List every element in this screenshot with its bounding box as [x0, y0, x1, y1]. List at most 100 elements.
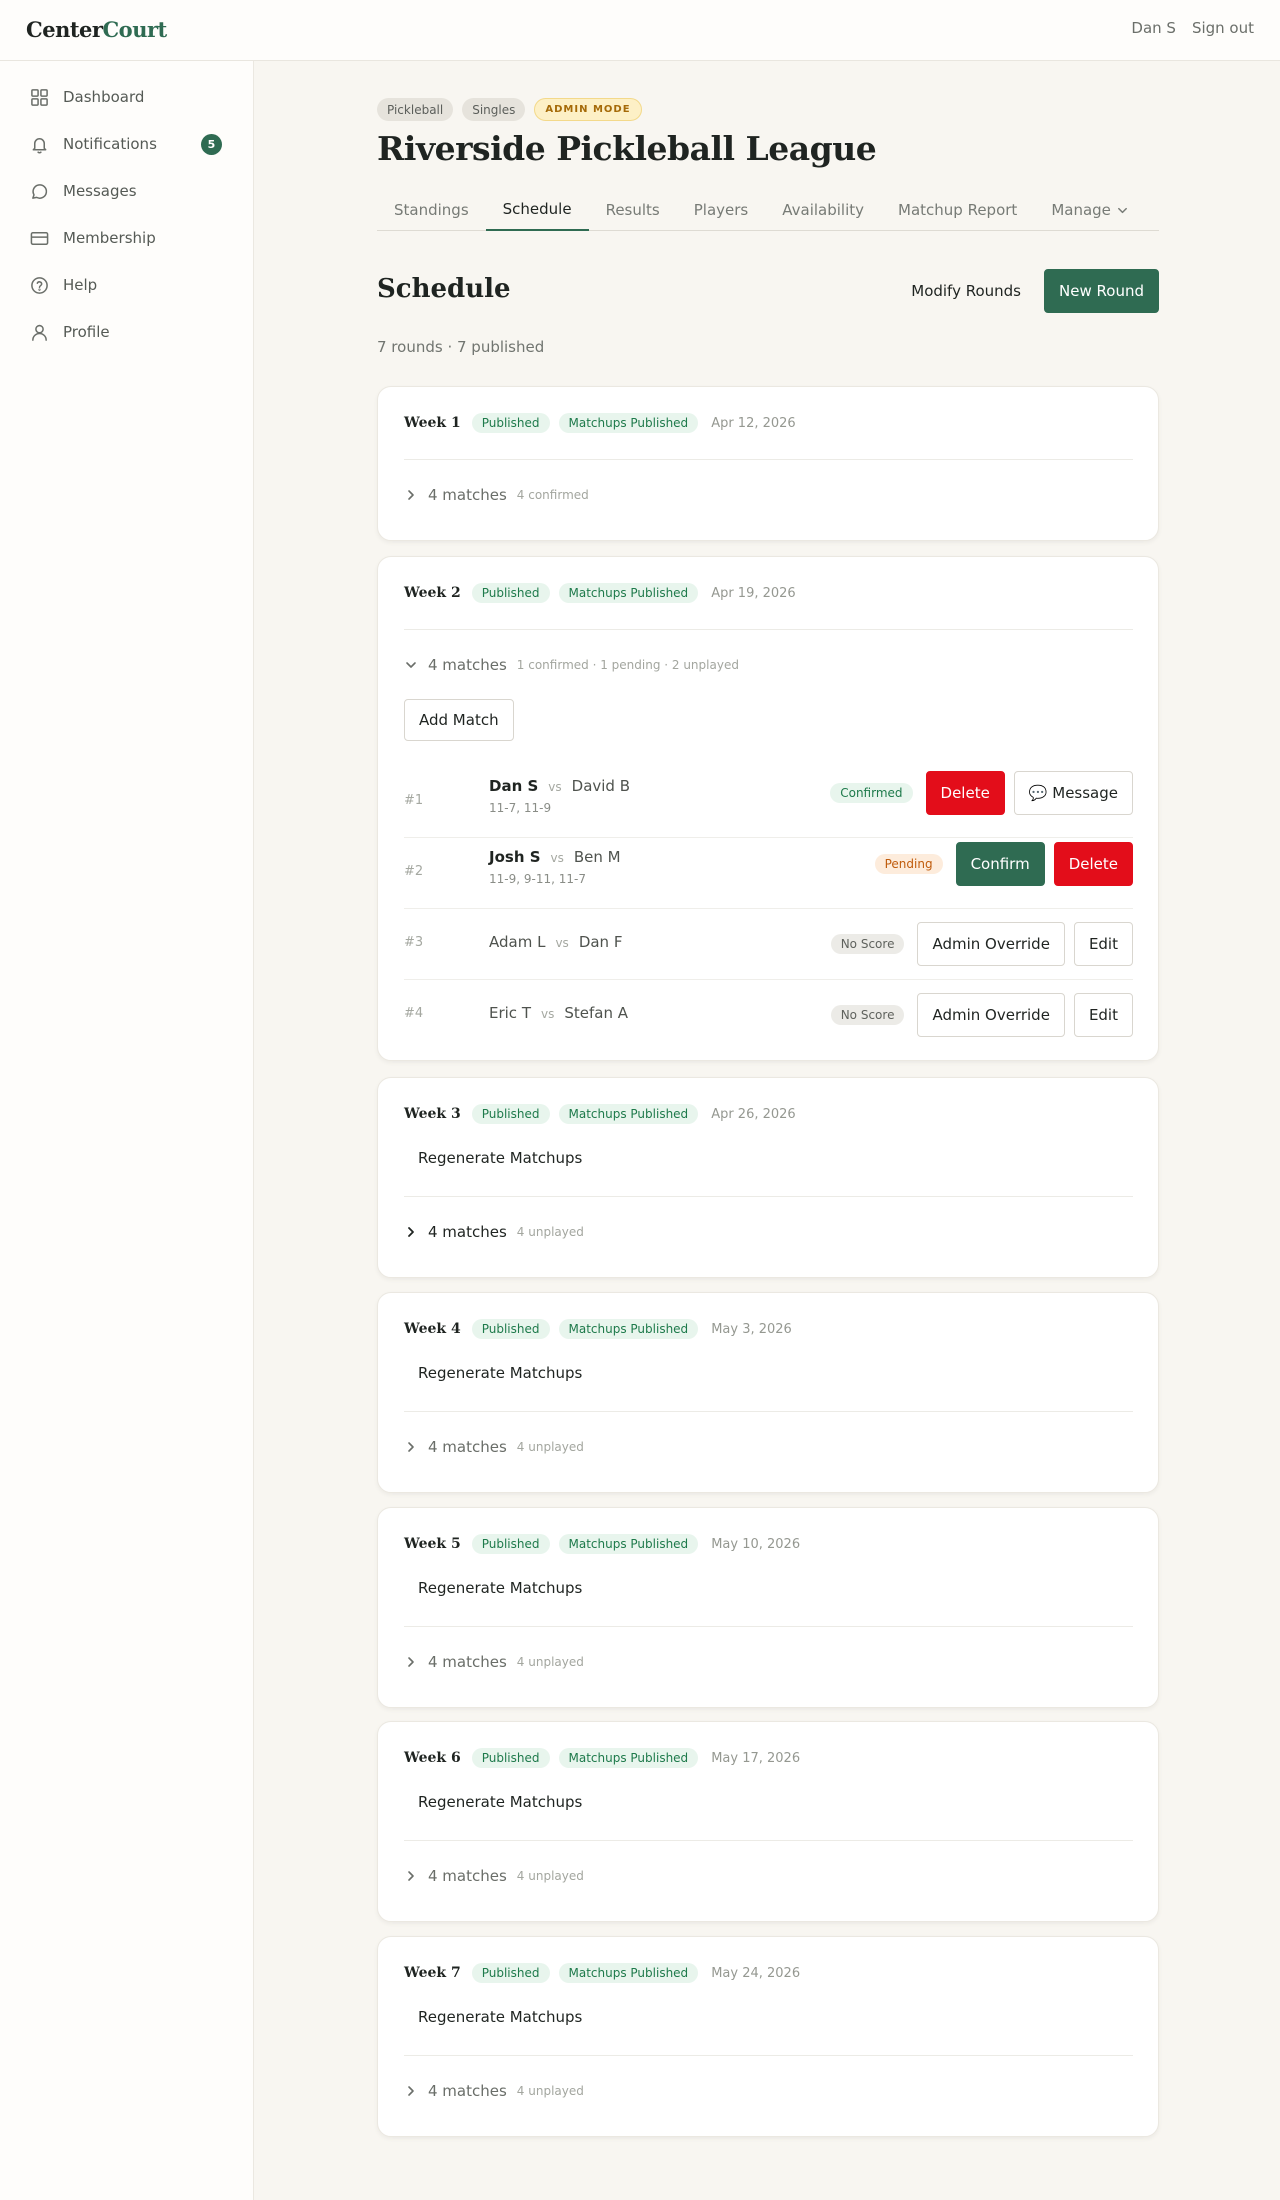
chevron-right-icon: [408, 490, 414, 500]
player-two: David B: [571, 777, 631, 795]
versus-label: vs: [555, 936, 569, 950]
sidebar-item-label: Dashboard: [63, 88, 145, 106]
credit-card-icon: [30, 231, 49, 245]
admin-override-button[interactable]: Admin Override: [917, 922, 1065, 966]
message-button[interactable]: 💬 Message: [1013, 771, 1133, 815]
regenerate-matchups-button[interactable]: Regenerate Matchups: [418, 1149, 582, 1167]
round-card-week-3: Week 3 Published Matchups Published Apr …: [377, 1077, 1159, 1278]
sidebar-item-notifications[interactable]: Notifications 5: [30, 131, 230, 157]
tab-players[interactable]: Players: [677, 189, 766, 231]
week-name: Week 4: [404, 1321, 461, 1337]
tab-results[interactable]: Results: [589, 189, 677, 231]
matches-toggle[interactable]: 4 matches 4 unplayed: [404, 1438, 584, 1456]
matchups-published-badge: Matchups Published: [558, 1534, 699, 1554]
match-status-summary: 4 unplayed: [516, 2084, 584, 2098]
match-row: #4 Eric T vs Stefan A No Score Admin Ove…: [404, 980, 1133, 1051]
player-two: Ben M: [573, 848, 621, 866]
delete-match-button[interactable]: Delete: [925, 771, 1005, 815]
matches-toggle[interactable]: 4 matches 4 unplayed: [404, 1867, 584, 1885]
logo-text-court: Court: [102, 17, 167, 42]
match-count: 4 matches: [428, 1653, 507, 1671]
divider: [404, 1840, 1133, 1841]
match-score: 11-9, 9-11, 11-7: [489, 872, 586, 886]
player-two: Stefan A: [564, 1004, 628, 1022]
player-two: Dan F: [578, 933, 623, 951]
divider: [404, 1411, 1133, 1412]
logo-text-center: Center: [26, 17, 103, 42]
sidebar-item-profile[interactable]: Profile: [30, 319, 230, 345]
published-badge: Published: [471, 1534, 550, 1554]
delete-match-button[interactable]: Delete: [1053, 842, 1133, 886]
sidebar-item-messages[interactable]: Messages: [30, 178, 230, 204]
published-badge: Published: [471, 413, 550, 433]
tab-manage-label: Manage: [1051, 201, 1111, 219]
new-round-button[interactable]: New Round: [1044, 269, 1159, 313]
player-one: Adam L: [489, 933, 546, 951]
edit-match-button[interactable]: Edit: [1073, 922, 1133, 966]
sidebar-item-label: Help: [63, 276, 98, 294]
regenerate-matchups-button[interactable]: Regenerate Matchups: [418, 1793, 582, 1811]
add-match-button[interactable]: Add Match: [404, 699, 514, 741]
match-count: 4 matches: [428, 2082, 507, 2100]
status-badge: Pending: [874, 854, 943, 874]
matchups-published-badge: Matchups Published: [558, 583, 699, 603]
tab-standings[interactable]: Standings: [377, 189, 486, 231]
matches-toggle[interactable]: 4 matches 4 confirmed: [404, 486, 589, 504]
sidebar-item-help[interactable]: Help: [30, 272, 230, 298]
published-badge: Published: [471, 1319, 550, 1339]
round-card-week-2: Week 2 Published Matchups Published Apr …: [377, 556, 1159, 1061]
week-name: Week 3: [404, 1106, 461, 1122]
regenerate-matchups-button[interactable]: Regenerate Matchups: [418, 1364, 582, 1382]
divider: [404, 2055, 1133, 2056]
logo[interactable]: CenterCourt: [26, 17, 167, 42]
match-count: 4 matches: [428, 486, 507, 504]
matches-toggle[interactable]: 4 matches 4 unplayed: [404, 1223, 584, 1241]
sidebar-item-label: Notifications: [63, 135, 157, 153]
tab-matchup-report[interactable]: Matchup Report: [881, 189, 1034, 231]
week-name: Week 1: [404, 415, 461, 431]
published-badge: Published: [471, 1963, 550, 1983]
status-badge: No Score: [830, 1005, 905, 1025]
help-circle-icon: [31, 276, 48, 294]
match-status-summary: 4 unplayed: [516, 1440, 584, 1454]
edit-match-button[interactable]: Edit: [1073, 993, 1133, 1037]
match-number: #4: [404, 1006, 424, 1021]
week-name: Week 2: [404, 585, 461, 601]
page-title: Riverside Pickleball League: [377, 129, 877, 168]
user-name[interactable]: Dan S: [1131, 19, 1176, 37]
sidebar-item-dashboard[interactable]: Dashboard: [30, 84, 230, 110]
tab-schedule[interactable]: Schedule: [485, 189, 589, 231]
matches-toggle[interactable]: 4 matches 4 unplayed: [404, 2082, 584, 2100]
regenerate-matchups-button[interactable]: Regenerate Matchups: [418, 2008, 582, 2026]
admin-override-button[interactable]: Admin Override: [917, 993, 1065, 1037]
player-one: Eric T: [489, 1004, 531, 1022]
tab-manage[interactable]: Manage: [1034, 189, 1146, 231]
match-status-summary: 1 confirmed · 1 pending · 2 unplayed: [516, 658, 739, 672]
tab-availability[interactable]: Availability: [765, 189, 881, 231]
user-icon: [32, 324, 47, 341]
match-row: #1 Dan S vs David B 11-7, 11-9 Confirmed…: [404, 767, 1133, 838]
confirm-button[interactable]: Confirm: [955, 842, 1045, 886]
modify-rounds-button[interactable]: Modify Rounds: [897, 269, 1035, 313]
divider: [404, 1626, 1133, 1627]
chevron-down-icon: [1117, 207, 1127, 213]
player-one: Dan S: [489, 777, 539, 795]
match-status-summary: 4 unplayed: [516, 1655, 584, 1669]
round-date: Apr 19, 2026: [711, 585, 796, 601]
regenerate-matchups-button[interactable]: Regenerate Matchups: [418, 1579, 582, 1597]
league-tabs: Standings Schedule Results Players Avail…: [377, 189, 1159, 231]
sign-out-link[interactable]: Sign out: [1192, 19, 1254, 37]
status-badge: No Score: [830, 934, 905, 954]
league-tags: Pickleball Singles ADMIN MODE: [377, 98, 642, 121]
bell-icon: [32, 137, 47, 153]
versus-label: vs: [550, 851, 564, 865]
round-date: Apr 26, 2026: [711, 1106, 796, 1122]
chevron-right-icon: [408, 2086, 414, 2096]
matches-toggle[interactable]: 4 matches 1 confirmed · 1 pending · 2 un…: [404, 656, 739, 674]
round-date: Apr 12, 2026: [711, 415, 796, 431]
sidebar-item-membership[interactable]: Membership: [30, 225, 230, 251]
round-date: May 3, 2026: [711, 1321, 792, 1337]
sport-chip: Pickleball: [377, 98, 454, 121]
match-count: 4 matches: [428, 1867, 507, 1885]
matches-toggle[interactable]: 4 matches 4 unplayed: [404, 1653, 584, 1671]
